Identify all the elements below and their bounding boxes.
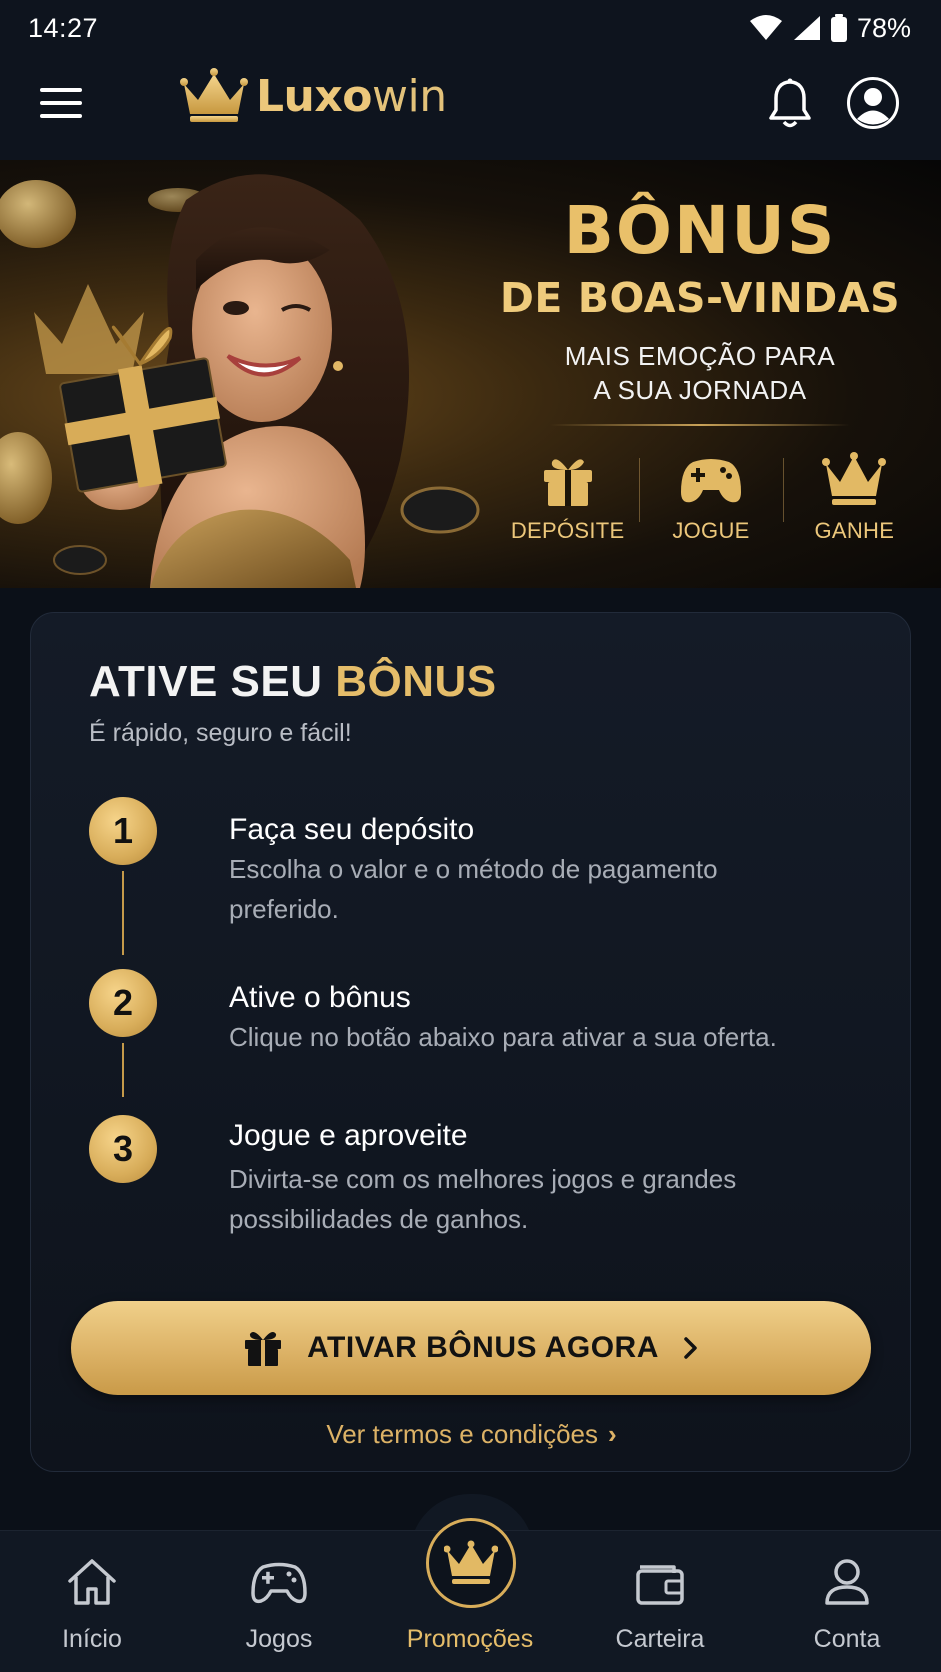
crown-icon [822,452,887,505]
nav-item-carteira[interactable]: Carteira [585,1531,735,1672]
hamburger-menu-button[interactable] [40,88,82,124]
gamepad-icon [251,1562,307,1604]
step-item: 3 Jogue e aproveite Divirta-se com os me… [89,1115,849,1245]
hero-subtitle: DE BOAS-VINDAS [499,274,901,322]
activate-bonus-card: ATIVE SEU BÔNUS É rápido, seguro e fácil… [30,612,911,1472]
hero-title: BÔNUS [563,192,837,269]
bell-icon [769,78,811,128]
step-description: Divirta-se com os melhores jogos e grand… [229,1164,737,1234]
hero-step-play: JOGUE [639,452,782,544]
nav-label: Carteira [615,1625,705,1653]
activate-bonus-button[interactable]: ATIVAR BÔNUS AGORA [71,1301,871,1395]
step-title: Ative o bônus [229,981,411,1014]
hero-step-win: GANHE [782,452,926,544]
nav-label: Jogos [245,1625,313,1653]
nav-label: Promoções [406,1625,534,1653]
nav-item-jogos[interactable]: Jogos [204,1531,354,1672]
step-number-badge: 2 [89,969,157,1037]
menu-line-icon [40,88,82,92]
brand-logo[interactable]: Luxowin [178,66,447,126]
activate-bonus-label: ATIVAR BÔNUS AGORA [307,1331,659,1364]
hero-tagline: MAIS EMOÇÃO PARA A SUA JORNADA [470,339,930,407]
hero-step-deposit: DEPÓSITE [496,452,639,544]
app-header: Luxowin [0,56,941,160]
notifications-button[interactable] [766,78,814,130]
gamepad-icon [680,459,741,503]
gift-icon [543,459,592,506]
hero-steps: DEPÓSITE JOGUE GANHE [496,452,926,544]
battery-icon [830,14,847,42]
signal-icon [793,16,820,40]
hero-step-label: DEPÓSITE [510,518,625,543]
card-subtitle: É rápido, seguro e fácil! [89,719,352,747]
step-number-badge: 3 [89,1115,157,1183]
user-avatar-icon [847,77,899,129]
step-title: Jogue e aproveite [229,1119,468,1152]
welcome-bonus-banner[interactable]: BÔNUS DE BOAS-VINDAS MAIS EMOÇÃO PARA A … [0,160,941,588]
nav-label: Conta [813,1625,881,1653]
step-item: 1 Faça seu depósito Escolha o valor e o … [89,797,849,955]
step-connector [122,871,124,955]
hero-step-label: GANHE [814,518,895,543]
step-title: Faça seu depósito [229,813,475,846]
menu-line-icon [40,101,82,105]
card-title: ATIVE SEU BÔNUS [89,657,497,706]
chevron-right-icon: › [608,1419,617,1449]
crown-icon [444,1540,498,1584]
step-description: Clique no botão abaixo para ativar a sua… [229,1022,777,1052]
profile-avatar-button[interactable] [846,76,900,130]
crown-logo-icon [180,68,248,122]
wallet-icon [636,1565,684,1605]
nav-item-conta[interactable]: Conta [772,1531,922,1672]
status-time: 14:27 [28,12,99,43]
gift-icon [245,1332,282,1366]
menu-line-icon [40,114,82,118]
battery-percent: 78% [856,12,911,43]
brand-name: Luxowin [256,70,447,122]
status-indicators: 78% [749,13,911,44]
home-icon [68,1559,116,1605]
promotions-crown-button[interactable] [426,1518,516,1608]
step-connector [122,1043,124,1097]
step-description: Escolha o valor e o método de pagamento … [229,854,718,924]
hero-divider [550,424,850,426]
hero-step-label: JOGUE [672,518,750,543]
hero-text: BÔNUS DE BOAS-VINDAS MAIS EMOÇÃO PARA A … [470,198,930,407]
hero-tagline-line2: A SUA JORNADA [593,375,807,405]
hero-tagline-line1: MAIS EMOÇÃO PARA [564,341,836,371]
terms-link[interactable]: Ver termos e condições › [31,1419,912,1450]
step-item: 2 Ative o bônus Clique no botão abaixo p… [89,969,849,1097]
user-icon [825,1559,869,1605]
nav-label: Início [62,1625,122,1653]
step-number-badge: 1 [89,797,157,865]
wifi-icon [749,15,782,40]
chevron-right-icon [684,1337,697,1359]
status-bar: 14:27 78% [0,0,941,56]
terms-link-label: Ver termos e condições [326,1419,599,1449]
nav-item-inicio[interactable]: Início [17,1531,167,1672]
